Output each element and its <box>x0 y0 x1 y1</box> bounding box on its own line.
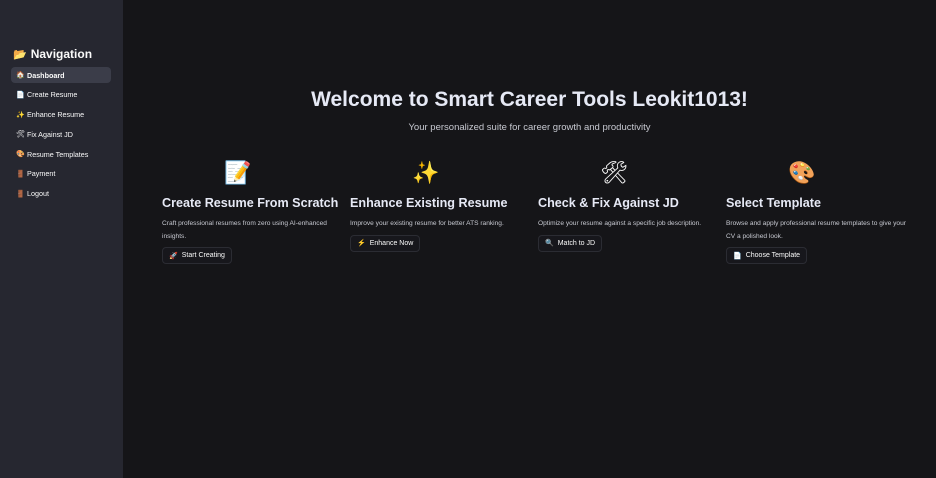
door-icon: 🚪 <box>16 190 25 198</box>
sidebar-item-label: Payment <box>27 169 56 179</box>
match-to-jd-button[interactable]: 🔍 Match to JD <box>538 234 603 252</box>
card-title: Select Template <box>726 196 821 210</box>
palette-icon: 🎨 <box>788 160 816 185</box>
app-root: 📂 Navigation 🏠 Dashboard 📄 Create Resume… <box>0 0 936 478</box>
card-description: Browse and apply professional resume tem… <box>726 220 906 240</box>
card-select-template: 🎨 Select Template Browse and apply profe… <box>726 160 914 264</box>
memo-icon: 📝 <box>224 160 252 185</box>
sidebar-item-label: Logout <box>27 189 49 199</box>
enhance-now-button[interactable]: ⚡ Enhance Now <box>350 234 421 252</box>
card-description: Craft professional resumes from zero usi… <box>162 220 327 240</box>
card-enhance-resume: ✨ Enhance Existing Resume Improve your e… <box>350 160 538 264</box>
main-content: Welcome to Smart Career Tools Leokit1013… <box>123 0 936 478</box>
sidebar-item-enhance-resume[interactable]: ✨ Enhance Resume <box>11 107 111 123</box>
home-icon: 🏠 <box>16 72 25 79</box>
rocket-icon: 🚀 <box>169 252 178 260</box>
document-icon: 📄 <box>16 91 25 99</box>
sidebar-item-label: Fix Against JD <box>27 129 73 139</box>
card-description: Improve your existing resume for better … <box>350 220 504 227</box>
sidebar-item-resume-templates[interactable]: 🎨 Resume Templates <box>11 146 111 162</box>
magnifier-icon: 🔍 <box>545 240 554 247</box>
card-fix-against-jd: 🛠 Check & Fix Against JD Optimize your r… <box>538 160 726 264</box>
sidebar-item-payment[interactable]: 🚪 Payment <box>11 166 111 182</box>
card-title: Create Resume From Scratch <box>162 196 339 210</box>
sidebar-item-label: Resume Templates <box>27 149 89 159</box>
card-create-resume: 📝 Create Resume From Scratch Craft profe… <box>162 160 350 264</box>
card-description: Optimize your resume against a specific … <box>538 220 702 227</box>
sparkles-icon: ✨ <box>412 160 440 185</box>
lightning-icon: ⚡ <box>357 240 366 247</box>
choose-template-button[interactable]: 📄 Choose Template <box>726 247 808 264</box>
sidebar-item-fix-against-jd[interactable]: 🛠 Fix Against JD <box>11 126 111 142</box>
folder-icon: 📂 <box>13 48 27 61</box>
start-creating-button[interactable]: 🚀 Start Creating <box>162 247 232 264</box>
card-title: Enhance Existing Resume <box>350 196 508 210</box>
card-title: Check & Fix Against JD <box>538 196 679 210</box>
sidebar-item-dashboard[interactable]: 🏠 Dashboard <box>11 67 111 83</box>
tools-icon: 🛠 <box>600 160 628 185</box>
sparkles-icon: ✨ <box>16 111 25 119</box>
sidebar: 📂 Navigation 🏠 Dashboard 📄 Create Resume… <box>0 0 123 478</box>
button-label: Choose Template <box>745 252 801 259</box>
door-icon: 🚪 <box>16 170 25 178</box>
sidebar-item-label: Create Resume <box>27 90 78 100</box>
tools-icon: 🛠 <box>16 131 25 139</box>
document-icon: 📄 <box>733 252 742 260</box>
nav-title: 📂 Navigation <box>0 46 123 62</box>
page-title: Welcome to Smart Career Tools Leokit1013… <box>311 88 748 111</box>
page-subtitle: Your personalized suite for career growt… <box>408 122 651 133</box>
tool-cards: 📝 Create Resume From Scratch Craft profe… <box>162 160 914 264</box>
button-label: Match to JD <box>557 239 596 247</box>
sidebar-item-label: Enhance Resume <box>27 110 85 120</box>
sidebar-item-logout[interactable]: 🚪 Logout <box>11 186 111 202</box>
sidebar-item-label: Dashboard <box>27 70 65 80</box>
palette-icon: 🎨 <box>16 151 25 159</box>
button-label: Start Creating <box>181 252 225 259</box>
button-label: Enhance Now <box>369 239 414 247</box>
nav-list: 🏠 Dashboard 📄 Create Resume ✨ Enhance Re… <box>0 67 123 202</box>
nav-title-label: Navigation <box>30 47 93 61</box>
sidebar-item-create-resume[interactable]: 📄 Create Resume <box>11 87 111 103</box>
